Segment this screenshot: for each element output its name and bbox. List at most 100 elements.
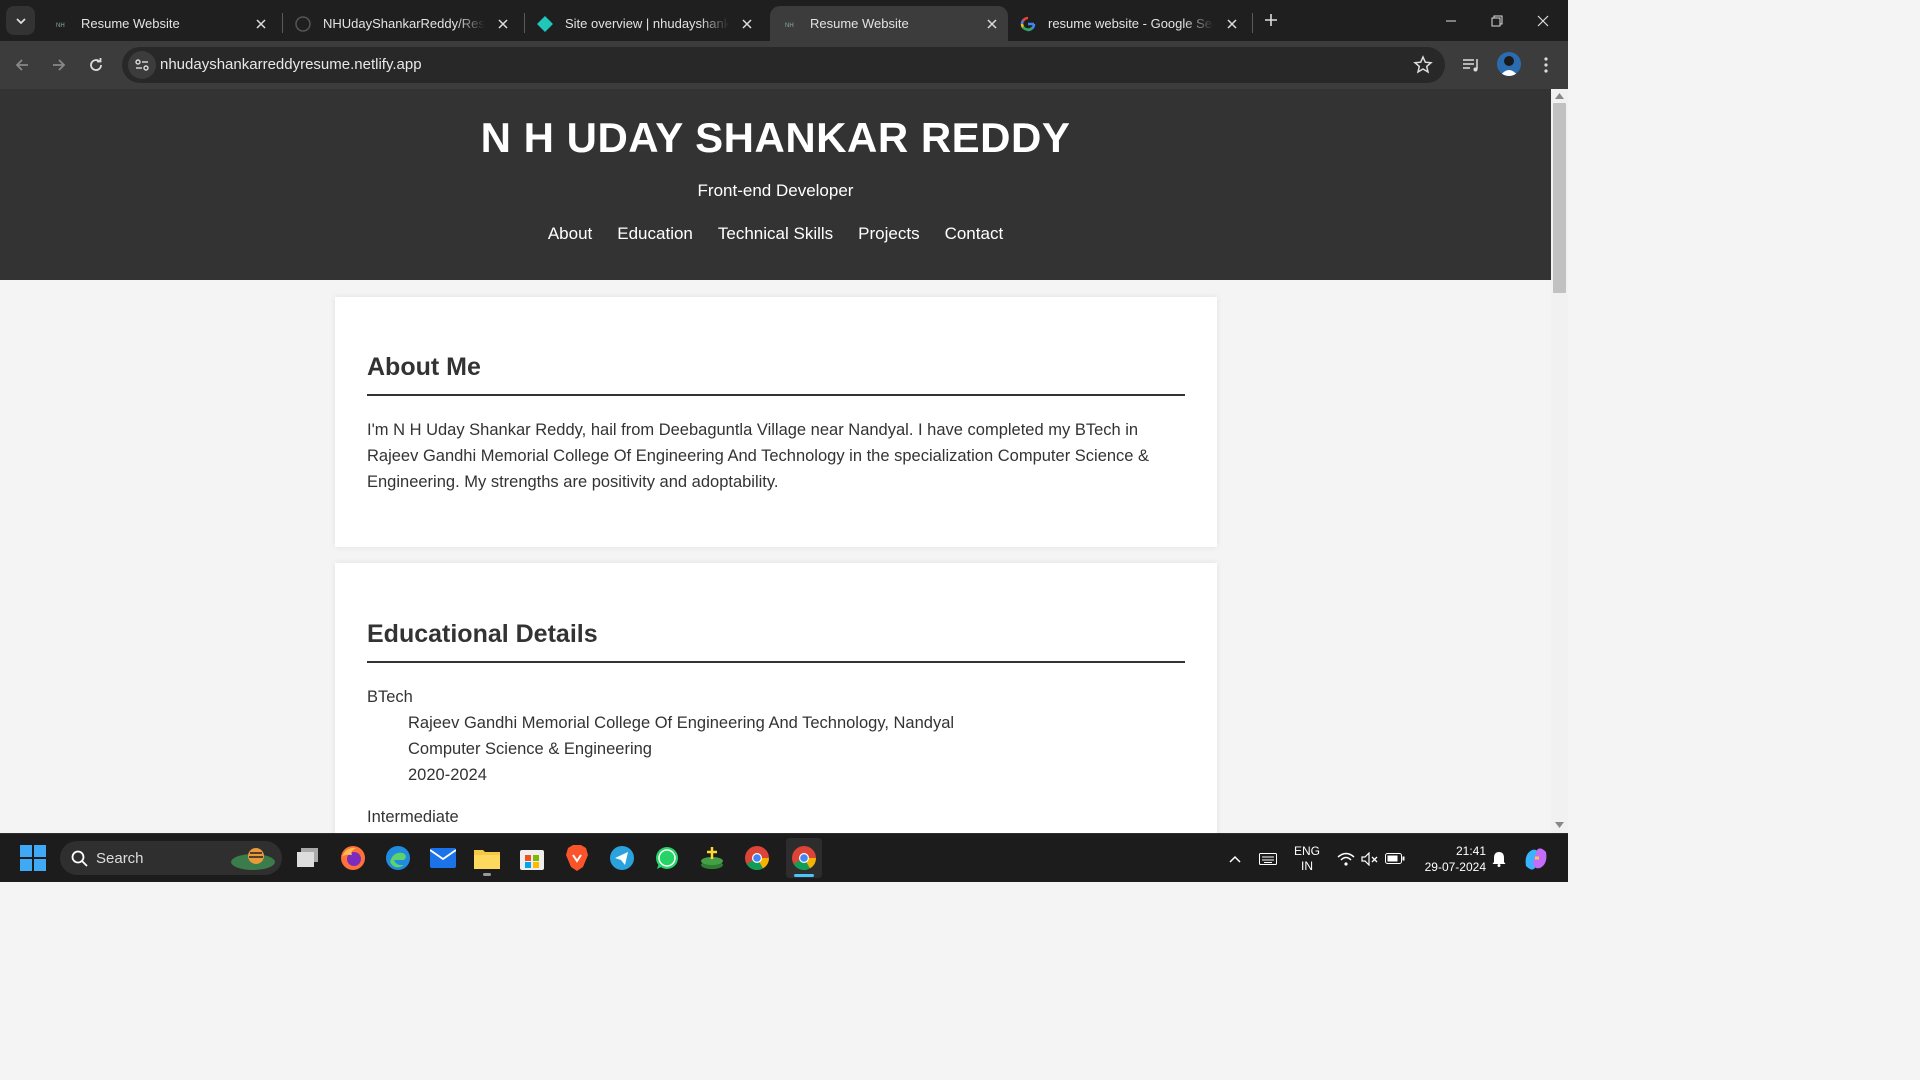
wifi-icon[interactable] bbox=[1334, 834, 1358, 883]
reload-button[interactable] bbox=[82, 51, 110, 79]
education-item: BTech Rajeev Gandhi Memorial College Of … bbox=[367, 684, 1185, 788]
close-window-button[interactable] bbox=[1520, 0, 1566, 41]
taskbar-search-label: Search bbox=[96, 850, 144, 867]
close-icon[interactable] bbox=[737, 14, 757, 34]
address-bar[interactable]: nhudayshankarreddyresume.netlify.app bbox=[122, 47, 1445, 83]
file-explorer-icon[interactable] bbox=[471, 842, 503, 876]
close-icon[interactable] bbox=[1222, 14, 1242, 34]
section-heading: About Me bbox=[367, 353, 481, 381]
profile-avatar[interactable] bbox=[1497, 52, 1521, 76]
tab-title: resume website - Google Search bbox=[1048, 16, 1214, 31]
close-icon[interactable] bbox=[982, 14, 1002, 34]
microsoft-store-icon[interactable] bbox=[516, 842, 548, 874]
chrome-active-app-icon[interactable] bbox=[786, 838, 822, 878]
media-controls-icon[interactable] bbox=[1459, 53, 1483, 77]
page-scrollbar[interactable] bbox=[1551, 89, 1568, 833]
netlify-icon bbox=[537, 15, 553, 32]
clock-date: 29-07-2024 bbox=[1424, 859, 1486, 874]
chevron-down-icon bbox=[15, 17, 26, 24]
show-hidden-icons[interactable] bbox=[1224, 834, 1246, 883]
tab-search-button[interactable] bbox=[6, 6, 35, 35]
windows-taskbar: Search ENG IN 21:41 29-07-2024 bbox=[0, 833, 1568, 882]
minimize-icon bbox=[1446, 20, 1456, 21]
nav-link-contact[interactable]: Contact bbox=[945, 224, 1004, 244]
volume-muted-icon[interactable] bbox=[1358, 834, 1382, 883]
edge-icon[interactable] bbox=[382, 842, 414, 874]
windows-start-icon[interactable] bbox=[17, 842, 49, 874]
new-tab-button[interactable] bbox=[1259, 8, 1283, 32]
education-college: Rajeev Gandhi Memorial College Of Engine… bbox=[408, 714, 955, 732]
netlify-resume-favicon-icon: NH bbox=[782, 16, 798, 32]
tab-github-repo[interactable]: NHUdayShankarReddy/Resume bbox=[283, 6, 519, 41]
copilot-icon[interactable] bbox=[1518, 834, 1554, 883]
section-heading: Educational Details bbox=[367, 620, 598, 648]
chrome-icon[interactable] bbox=[741, 842, 773, 874]
notification-bell-icon[interactable] bbox=[1488, 834, 1510, 883]
url-text[interactable]: nhudayshankarreddyresume.netlify.app bbox=[160, 56, 422, 73]
page-viewport: N H UDAY SHANKAR REDDY Front-end Develop… bbox=[0, 89, 1551, 833]
restore-button[interactable] bbox=[1474, 0, 1520, 41]
education-degree: Intermediate bbox=[367, 808, 459, 826]
about-text: I'm N H Uday Shankar Reddy, hail from De… bbox=[367, 421, 1150, 491]
site-header: N H UDAY SHANKAR REDDY Front-end Develop… bbox=[0, 89, 1551, 280]
scrollbar-thumb[interactable] bbox=[1553, 103, 1566, 293]
language-region: IN bbox=[1301, 858, 1313, 873]
search-highlight-tiger-icon bbox=[231, 848, 275, 870]
language-code: ENG bbox=[1293, 843, 1320, 858]
tab-separator bbox=[1252, 13, 1253, 33]
tab-title: Resume Website bbox=[810, 16, 909, 31]
nav-link-about[interactable]: About bbox=[548, 224, 592, 244]
github-icon bbox=[295, 15, 311, 32]
svg-text:NH: NH bbox=[785, 23, 794, 28]
clock-time: 21:41 bbox=[1455, 843, 1486, 858]
money-app-icon[interactable] bbox=[696, 842, 728, 874]
search-icon bbox=[71, 850, 88, 867]
bookmark-star-icon[interactable] bbox=[1413, 55, 1433, 75]
keyboard-icon[interactable] bbox=[1256, 834, 1280, 883]
task-view-icon[interactable] bbox=[292, 842, 324, 874]
tab-google-search[interactable]: resume website - Google Search bbox=[1008, 6, 1248, 41]
arrow-left-icon bbox=[15, 59, 28, 71]
minimize-button[interactable] bbox=[1428, 0, 1474, 41]
taskbar-search[interactable]: Search bbox=[60, 841, 282, 875]
close-icon[interactable] bbox=[493, 14, 513, 34]
clock[interactable]: 21:41 29-07-2024 bbox=[1414, 834, 1486, 883]
close-icon bbox=[1537, 15, 1549, 26]
svg-text:NH: NH bbox=[56, 23, 65, 28]
reload-icon bbox=[90, 58, 102, 71]
nav-link-projects[interactable]: Projects bbox=[858, 224, 919, 244]
nav-link-education[interactable]: Education bbox=[617, 224, 693, 244]
plus-icon bbox=[1265, 14, 1277, 26]
whatsapp-icon[interactable] bbox=[651, 842, 683, 874]
close-icon[interactable] bbox=[251, 14, 271, 34]
brave-icon[interactable] bbox=[561, 842, 593, 874]
browser-tab-bar: NH Resume Website NHUdayShankarReddy/Res… bbox=[0, 0, 1568, 41]
site-settings-icon[interactable] bbox=[128, 51, 156, 79]
tab-title: NHUdayShankarReddy/Resume bbox=[323, 16, 485, 31]
battery-icon[interactable] bbox=[1383, 834, 1407, 883]
nav-link-technical-skills[interactable]: Technical Skills bbox=[718, 224, 833, 244]
tab-netlify-site-overview[interactable]: Site overview | nhudayshankarreddyresume bbox=[525, 6, 763, 41]
site-nav: About Education Technical Skills Project… bbox=[0, 224, 1551, 244]
telegram-icon[interactable] bbox=[606, 842, 638, 874]
language-indicator[interactable]: ENG IN bbox=[1290, 834, 1324, 883]
education-section: Educational Details BTech Rajeev Gandhi … bbox=[335, 563, 1217, 833]
restore-icon bbox=[1491, 15, 1503, 26]
section-divider bbox=[367, 394, 1185, 396]
mail-icon[interactable] bbox=[427, 842, 459, 874]
forward-button[interactable] bbox=[45, 51, 73, 79]
firefox-icon[interactable] bbox=[337, 842, 369, 874]
tab-resume-website-1[interactable]: NH Resume Website bbox=[41, 6, 277, 41]
netlify-resume-favicon-icon: NH bbox=[53, 16, 69, 32]
tab-resume-website-active[interactable]: NH Resume Website bbox=[770, 6, 1008, 41]
scroll-up-icon[interactable] bbox=[1555, 93, 1564, 99]
scroll-down-icon[interactable] bbox=[1555, 822, 1564, 828]
browser-toolbar: nhudayshankarreddyresume.netlify.app bbox=[0, 41, 1568, 89]
section-divider bbox=[367, 661, 1185, 663]
back-button[interactable] bbox=[8, 51, 36, 79]
browser-menu-icon[interactable] bbox=[1534, 53, 1558, 77]
site-role: Front-end Developer bbox=[697, 181, 854, 200]
education-item: Intermediate bbox=[367, 804, 1185, 830]
site-name: N H UDAY SHANKAR REDDY bbox=[480, 114, 1071, 161]
google-icon bbox=[1020, 16, 1036, 32]
